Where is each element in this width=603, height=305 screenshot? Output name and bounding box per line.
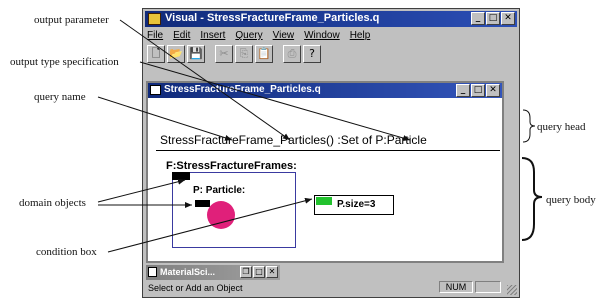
query-doc-icon [150,85,161,95]
annotation-domain-objects: domain objects [19,197,86,209]
app-icon [148,13,161,25]
menu-edit[interactable]: Edit [173,30,190,41]
annotation-query-body: query body [546,194,596,206]
inner-domain-object-label: P: Particle: [193,185,246,196]
app-title: Visual - StressFractureFrame_Particles.q [165,12,380,24]
outer-domain-object-label: F:StressFractureFrames: [166,160,297,172]
annotation-condition-box: condition box [36,246,97,258]
num-lock-indicator: NUM [439,281,473,293]
copy-icon[interactable]: ⎘ [235,45,253,63]
query-window: StressFractureFrame_Particles.q _ □ ✕ St… [146,81,504,263]
query-title-bar[interactable]: StressFractureFrame_Particles.q _ □ ✕ [148,83,502,98]
cut-icon[interactable]: ✂ [215,45,233,63]
inner-object-handle[interactable] [195,200,210,207]
minimized-window-title: MaterialSci... [160,267,216,277]
status-text: Select or Add an Object [148,283,243,293]
close-icon[interactable]: ✕ [486,84,500,97]
app-title-bar[interactable]: Visual - StressFractureFrame_Particles.q… [145,11,517,27]
paste-icon[interactable]: 📋 [255,45,273,63]
resize-grip[interactable] [507,285,517,295]
minimize-icon[interactable]: _ [456,84,470,97]
brace-query-body [521,157,543,241]
query-window-title: StressFractureFrame_Particles.q [164,84,321,95]
maximize-icon[interactable]: □ [471,84,485,97]
menu-help[interactable]: Help [350,30,371,41]
visual-app-window: Visual - StressFractureFrame_Particles.q… [142,8,520,298]
menu-bar: File Edit Insert Query View Window Help [147,30,370,41]
maximize-icon[interactable]: □ [486,12,500,25]
menu-insert[interactable]: Insert [200,30,225,41]
menu-file[interactable]: File [147,30,163,41]
brace-query-head [522,109,536,143]
close-icon[interactable]: ✕ [501,12,515,25]
outer-object-handle[interactable] [172,172,190,180]
menu-window[interactable]: Window [304,30,340,41]
domain-object-box[interactable]: P: Particle: [172,172,296,248]
condition-text: P.size=3 [337,199,376,210]
new-icon[interactable]: 🗋 [147,45,165,63]
status-bar: Select or Add an Object NUM [145,281,517,295]
help-icon[interactable]: ? [303,45,321,63]
menu-view[interactable]: View [273,30,295,41]
restore-icon[interactable]: ❐ [240,266,252,278]
menu-query[interactable]: Query [235,30,262,41]
annotation-query-head: query head [537,121,586,133]
maximize-icon[interactable]: □ [253,266,265,278]
save-icon[interactable]: 💾 [187,45,205,63]
print-icon[interactable]: ⎙ [283,45,301,63]
condition-box[interactable]: P.size=3 [314,195,394,215]
annotation-output-parameter: output parameter [34,14,109,26]
open-icon[interactable]: 📂 [167,45,185,63]
annotation-query-name: query name [34,91,86,103]
annotation-output-type-spec: output type specification [10,56,119,68]
query-head-divider [156,150,500,151]
status-cell [475,281,501,293]
particle-blob[interactable] [207,201,235,229]
query-head-text: StressFractureFrame_Particles() :Set of … [160,133,427,147]
close-icon[interactable]: ✕ [266,266,278,278]
condition-flag [316,197,332,205]
toolbar: 🗋 📂 💾 ✂ ⎘ 📋 ⎙ ? [147,45,321,63]
minimize-icon[interactable]: _ [471,12,485,25]
minimized-window[interactable]: MaterialSci... ❐ □ ✕ [146,265,280,280]
doc-icon [148,267,157,277]
